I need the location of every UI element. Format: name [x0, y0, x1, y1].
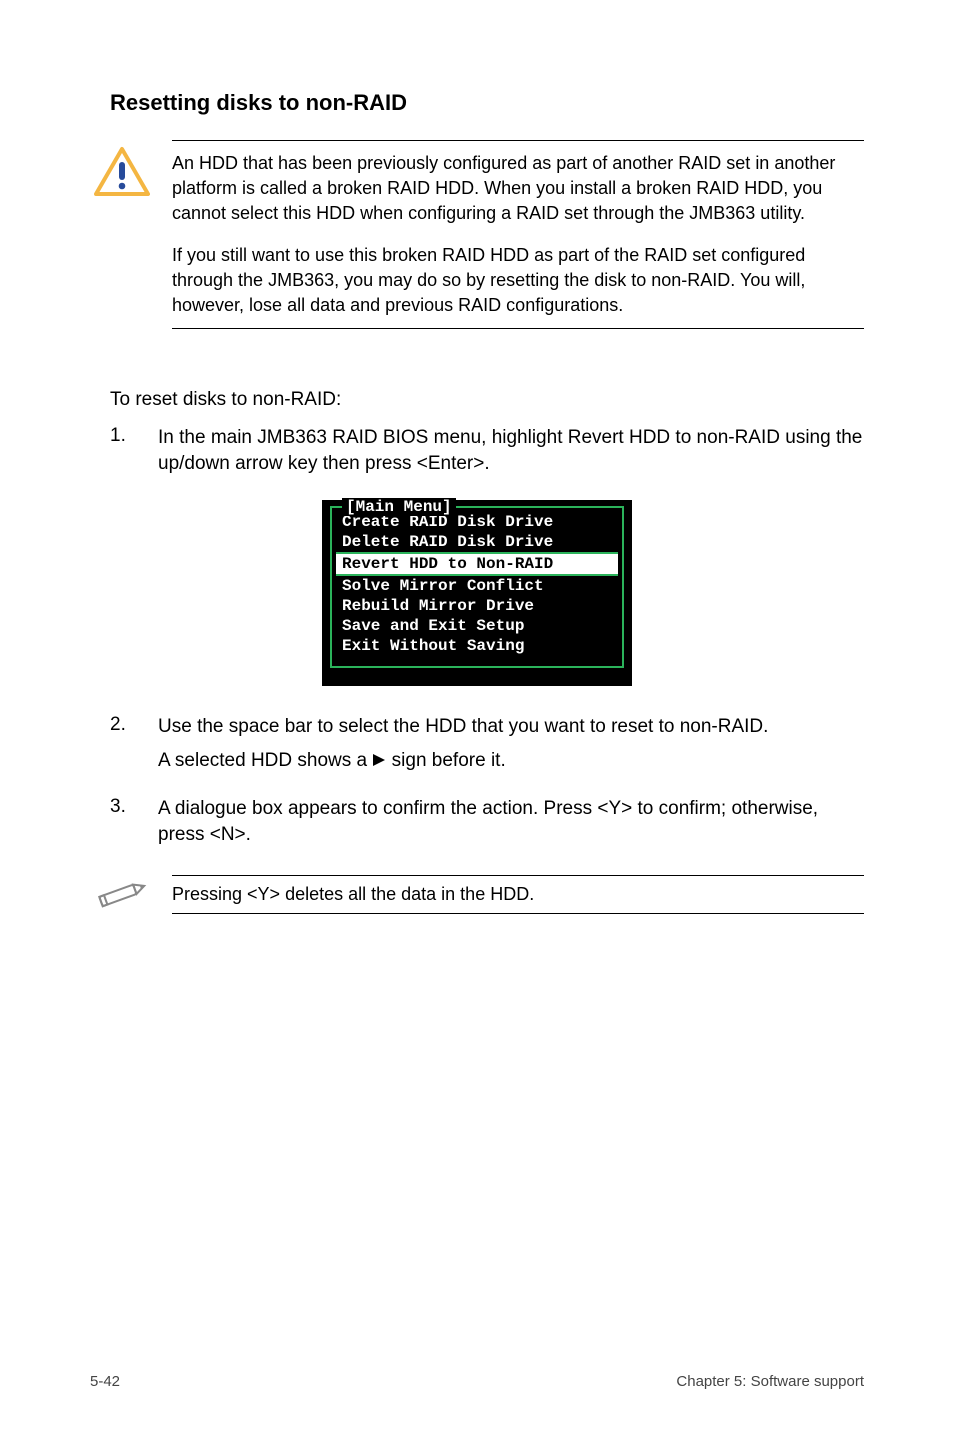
- bios-menu-title: [Main Menu]: [342, 498, 456, 516]
- caution-icon: [94, 146, 150, 203]
- page-footer: 5-42 Chapter 5: Software support: [90, 1373, 864, 1390]
- step-number: 1.: [110, 425, 130, 485]
- step-number: 2.: [110, 714, 130, 782]
- note-callout: Pressing <Y> deletes all the data in the…: [90, 871, 864, 918]
- bios-menu-item-selected: Revert HDD to Non-RAID: [336, 554, 618, 574]
- pencil-note-icon: [94, 877, 150, 918]
- step-2-suffix: sign before it.: [392, 750, 506, 771]
- bios-menu-item: Rebuild Mirror Drive: [336, 596, 618, 616]
- step-2-text-b: A selected HDD shows a sign before it.: [158, 748, 864, 774]
- footer-chapter: Chapter 5: Software support: [676, 1373, 864, 1390]
- bios-menu-item: Exit Without Saving: [336, 636, 618, 656]
- step-1: 1. In the main JMB363 RAID BIOS menu, hi…: [110, 425, 864, 485]
- intro-text: To reset disks to non-RAID:: [110, 387, 864, 413]
- step-content: In the main JMB363 RAID BIOS menu, highl…: [158, 425, 864, 485]
- step-2-text-a: Use the space bar to select the HDD that…: [158, 714, 864, 740]
- caution-text-block: An HDD that has been previously configur…: [172, 140, 864, 329]
- footer-page-number: 5-42: [90, 1373, 120, 1390]
- step-3: 3. A dialogue box appears to confirm the…: [110, 796, 864, 856]
- note-text: Pressing <Y> deletes all the data in the…: [172, 875, 864, 914]
- triangle-icon: [372, 748, 386, 774]
- step-2-prefix: A selected HDD shows a: [158, 750, 372, 771]
- caution-paragraph-2: If you still want to use this broken RAI…: [172, 243, 864, 317]
- bios-menu-item: Solve Mirror Conflict: [336, 576, 618, 596]
- step-number: 3.: [110, 796, 130, 856]
- bios-menu: [Main Menu] Create RAID Disk Drive Delet…: [322, 500, 632, 686]
- step-2: 2. Use the space bar to select the HDD t…: [110, 714, 864, 782]
- caution-paragraph-1: An HDD that has been previously configur…: [172, 151, 864, 225]
- step-3-text: A dialogue box appears to confirm the ac…: [158, 796, 864, 848]
- step-content: A dialogue box appears to confirm the ac…: [158, 796, 864, 856]
- step-1-text: In the main JMB363 RAID BIOS menu, highl…: [158, 425, 864, 477]
- bios-menu-item: Delete RAID Disk Drive: [336, 532, 618, 552]
- section-heading: Resetting disks to non-RAID: [110, 90, 864, 116]
- bios-menu-item: Save and Exit Setup: [336, 616, 618, 636]
- step-content: Use the space bar to select the HDD that…: [158, 714, 864, 782]
- caution-callout: An HDD that has been previously configur…: [90, 140, 864, 329]
